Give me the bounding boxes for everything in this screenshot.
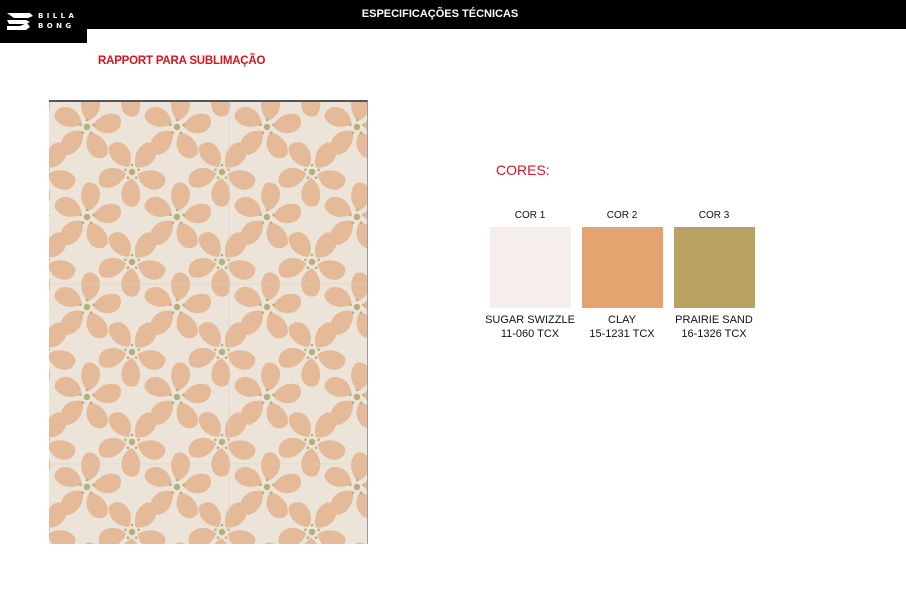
swatch-label: COR 1 <box>514 210 546 221</box>
rapport-title: RAPPORT PARA SUBLIMAÇÃO <box>98 55 266 67</box>
pattern-flowers <box>49 102 367 544</box>
colors-heading: CORES: <box>496 162 550 178</box>
swatch-code: 16-1326 TCX <box>681 328 747 340</box>
swatch-label: COR 3 <box>698 210 730 221</box>
billabong-wave-icon <box>7 13 33 30</box>
swatch-name: PRAIRIE SAND <box>675 314 753 326</box>
swatch-code: 11-060 TCX <box>500 328 560 340</box>
color-swatch-2: COR 2 CLAY 15-1231 TCX <box>572 210 672 341</box>
swatch-color-box <box>673 227 755 308</box>
floral-pattern <box>49 102 367 544</box>
page-title: ESPECIFICAÇÕES TÉCNICAS <box>361 8 519 20</box>
swatch-name: SUGAR SWIZZLE <box>485 314 575 326</box>
top-bar: ESPECIFICAÇÕES TÉCNICAS <box>0 0 906 29</box>
swatch-code: 15-1231 TCX <box>589 328 655 340</box>
brand-logo: BILLA BONG <box>0 0 87 43</box>
swatch-name: CLAY <box>608 314 636 326</box>
color-swatch-1: COR 1 SUGAR SWIZZLE 11-060 TCX <box>480 210 580 341</box>
brand-logo-text: BILLA BONG <box>38 12 78 30</box>
rapport-pattern-image <box>49 100 368 544</box>
swatch-label: COR 2 <box>606 210 638 221</box>
swatch-color-box <box>581 227 663 308</box>
color-swatch-3: COR 3 PRAIRIE SAND 16-1326 TCX <box>664 210 764 341</box>
swatch-color-box <box>489 227 571 308</box>
